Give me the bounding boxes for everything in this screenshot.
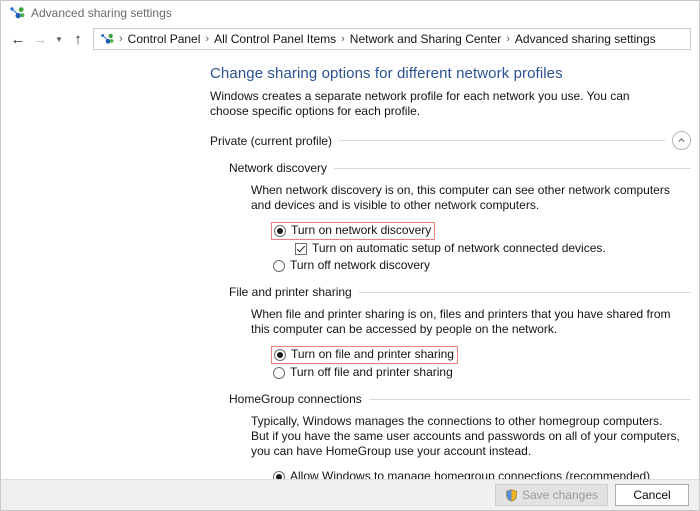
content-area: Change sharing options for different net… — [1, 53, 699, 479]
section-title-network-discovery: Network discovery — [229, 161, 334, 175]
radio-icon — [273, 260, 285, 272]
breadcrumb-separator: › — [338, 33, 348, 45]
back-button[interactable]: ← — [7, 28, 29, 50]
cancel-label: Cancel — [633, 488, 670, 502]
collapse-button-private[interactable] — [672, 131, 691, 150]
profile-label-private: Private (current profile) — [210, 134, 339, 148]
section-header-homegroup-connections: HomeGroup connections — [229, 392, 691, 406]
section-description-network-discovery: When network discovery is on, this compu… — [251, 183, 681, 213]
uac-shield-icon — [505, 489, 518, 502]
section-body-file-and-printer-sharing: When file and printer sharing is on, fil… — [251, 307, 691, 381]
breadcrumb-separator: › — [202, 33, 212, 45]
radio-turn-on-file-and-printer-sharing[interactable]: Turn on file and printer sharing — [271, 346, 458, 364]
chevron-up-icon — [676, 135, 687, 146]
dialog-button-bar: Save changes Cancel — [1, 479, 699, 510]
window-title: Advanced sharing settings — [31, 6, 172, 20]
section-title-homegroup-connections: HomeGroup connections — [229, 392, 369, 406]
cancel-button[interactable]: Cancel — [615, 484, 689, 506]
save-changes-button[interactable]: Save changes — [495, 484, 608, 506]
up-button[interactable]: ↑ — [67, 28, 89, 50]
section-description-homegroup-connections: Typically, Windows manages the connectio… — [251, 414, 681, 459]
forward-button[interactable]: → — [29, 28, 51, 50]
checkbox-automatic-setup[interactable]: Turn on automatic setup of network conne… — [295, 240, 691, 257]
option-label: Turn on network discovery — [291, 223, 431, 238]
navigation-bar: ← → ▾ ↑ › Control Panel › All — [1, 25, 699, 53]
option-label: Turn off file and printer sharing — [290, 365, 453, 380]
section-body-homegroup-connections: Typically, Windows manages the connectio… — [251, 414, 691, 479]
option-label: Turn on file and printer sharing — [291, 347, 454, 362]
divider — [359, 292, 691, 293]
divider — [334, 168, 691, 169]
breadcrumb-separator: › — [116, 33, 126, 45]
radio-turn-on-network-discovery[interactable]: Turn on network discovery — [271, 222, 435, 240]
option-label: Turn off network discovery — [290, 258, 430, 273]
radio-allow-windows-manage-homegroup[interactable]: Allow Windows to manage homegroup connec… — [273, 468, 691, 479]
address-bar[interactable]: › Control Panel › All Control Panel Item… — [93, 28, 691, 50]
option-label: Turn on automatic setup of network conne… — [312, 241, 606, 256]
profile-header-private[interactable]: Private (current profile) — [210, 131, 691, 150]
recent-locations-button[interactable]: ▾ — [51, 28, 67, 50]
section-network-discovery: Network discovery When network discovery… — [229, 161, 691, 274]
radio-icon — [273, 471, 285, 479]
section-homegroup-connections: HomeGroup connections Typically, Windows… — [229, 392, 691, 479]
option-label: Allow Windows to manage homegroup connec… — [290, 469, 650, 479]
checkbox-icon — [295, 243, 307, 255]
radio-icon — [274, 225, 286, 237]
divider — [369, 399, 691, 400]
advanced-sharing-settings-window: Advanced sharing settings ← → ▾ ↑ — [0, 0, 700, 511]
profile-section-private: Private (current profile) Network discov… — [210, 131, 691, 479]
page-title: Change sharing options for different net… — [210, 65, 691, 82]
radio-icon — [273, 367, 285, 379]
network-sharing-icon — [100, 32, 114, 46]
save-changes-label: Save changes — [522, 488, 598, 502]
breadcrumb-item-network-and-sharing-center[interactable]: Network and Sharing Center — [348, 32, 503, 46]
radio-turn-off-file-and-printer-sharing[interactable]: Turn off file and printer sharing — [273, 364, 691, 381]
radio-icon — [274, 349, 286, 361]
window-titlebar: Advanced sharing settings — [1, 1, 699, 25]
section-title-file-and-printer-sharing: File and printer sharing — [229, 285, 359, 299]
back-arrow-icon: ← — [11, 32, 26, 47]
radio-turn-off-network-discovery[interactable]: Turn off network discovery — [273, 257, 691, 274]
section-header-network-discovery: Network discovery — [229, 161, 691, 175]
section-description-file-and-printer-sharing: When file and printer sharing is on, fil… — [251, 307, 681, 337]
chevron-down-icon: ▾ — [57, 35, 62, 44]
page-description: Windows creates a separate network profi… — [210, 89, 662, 119]
section-body-network-discovery: When network discovery is on, this compu… — [251, 183, 691, 274]
settings-pane: Change sharing options for different net… — [210, 65, 691, 479]
divider — [339, 140, 665, 141]
breadcrumb-item-control-panel[interactable]: Control Panel — [126, 32, 203, 46]
section-file-and-printer-sharing: File and printer sharing When file and p… — [229, 285, 691, 381]
breadcrumb-item-all-control-panel-items[interactable]: All Control Panel Items — [212, 32, 338, 46]
breadcrumb-item-advanced-sharing-settings[interactable]: Advanced sharing settings — [513, 32, 658, 46]
section-header-file-and-printer-sharing: File and printer sharing — [229, 285, 691, 299]
up-arrow-icon: ↑ — [74, 32, 82, 47]
breadcrumb-separator: › — [503, 33, 513, 45]
network-sharing-icon — [9, 5, 25, 21]
forward-arrow-icon: → — [33, 32, 48, 47]
